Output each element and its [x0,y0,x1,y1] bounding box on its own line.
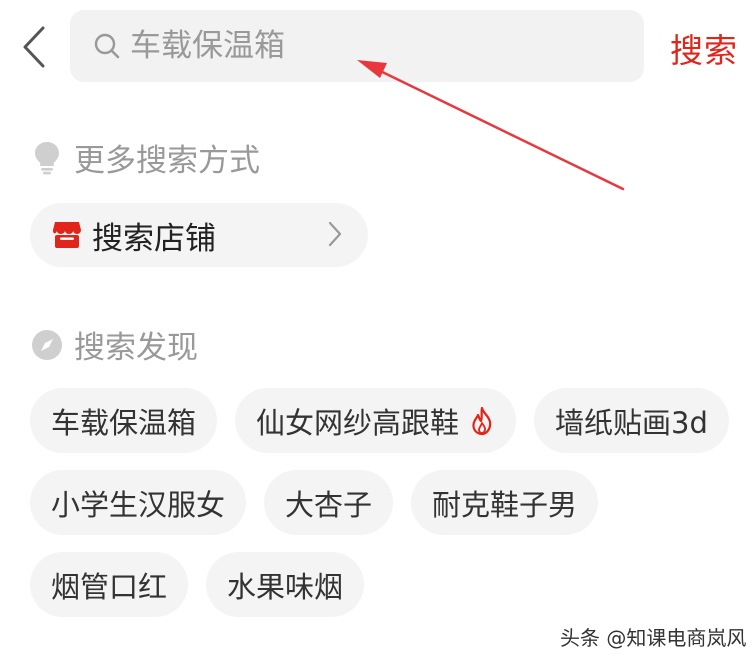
discovery-tag-label: 烟管口红 [51,569,168,604]
discovery-tag-label: 水果味烟 [227,569,344,604]
back-button[interactable] [14,22,54,72]
magnifier-icon [92,31,122,61]
chevron-right-icon [328,221,342,247]
discovery-tag[interactable]: 仙女网纱高跟鞋 [235,388,517,453]
discovery-tag-label: 大杏子 [285,487,373,522]
discovery-tag[interactable]: 小学生汉服女 [30,470,247,535]
storefront-icon [52,220,82,250]
discovery-tag[interactable]: 水果味烟 [206,552,365,617]
more-search-title: 更多搜索方式 [74,143,260,179]
search-shop-button[interactable]: 搜索店铺 [30,203,368,267]
chevron-left-icon [23,26,45,68]
discovery-tag-label: 仙女网纱高跟鞋 [256,405,460,440]
compass-icon [30,328,64,362]
discovery-tag-list: 车载保温箱 仙女网纱高跟鞋 墙纸贴画3d 小学生汉服女 大杏子 耐克鞋子男烟管口红 水果味烟 [30,388,750,617]
search-box[interactable] [70,10,644,82]
discovery-tag-label: 耐克鞋子男 [432,487,578,522]
discovery-tag[interactable]: 耐克鞋子男 [411,470,599,535]
discovery-tag-label: 车载保温箱 [51,405,197,440]
search-input[interactable] [130,16,590,76]
search-shop-label: 搜索店铺 [92,220,216,257]
more-search-heading: 更多搜索方式 [30,135,260,180]
watermark: 头条 @知课电商岚风 [560,626,747,650]
discovery-tag-label: 小学生汉服女 [51,487,226,522]
discovery-tag-label: 墙纸贴画3d [555,405,708,440]
lightbulb-icon [30,141,64,175]
discovery-heading: 搜索发现 [30,322,198,367]
discovery-tag[interactable]: 烟管口红 [30,552,189,617]
discovery-tag[interactable]: 车载保温箱 [30,388,218,453]
discovery-tag[interactable]: 大杏子 [264,470,394,535]
flame-icon [469,406,495,436]
search-button[interactable]: 搜索 [670,24,738,72]
discovery-title: 搜索发现 [74,330,198,366]
discovery-tag[interactable]: 墙纸贴画3d [534,388,729,453]
